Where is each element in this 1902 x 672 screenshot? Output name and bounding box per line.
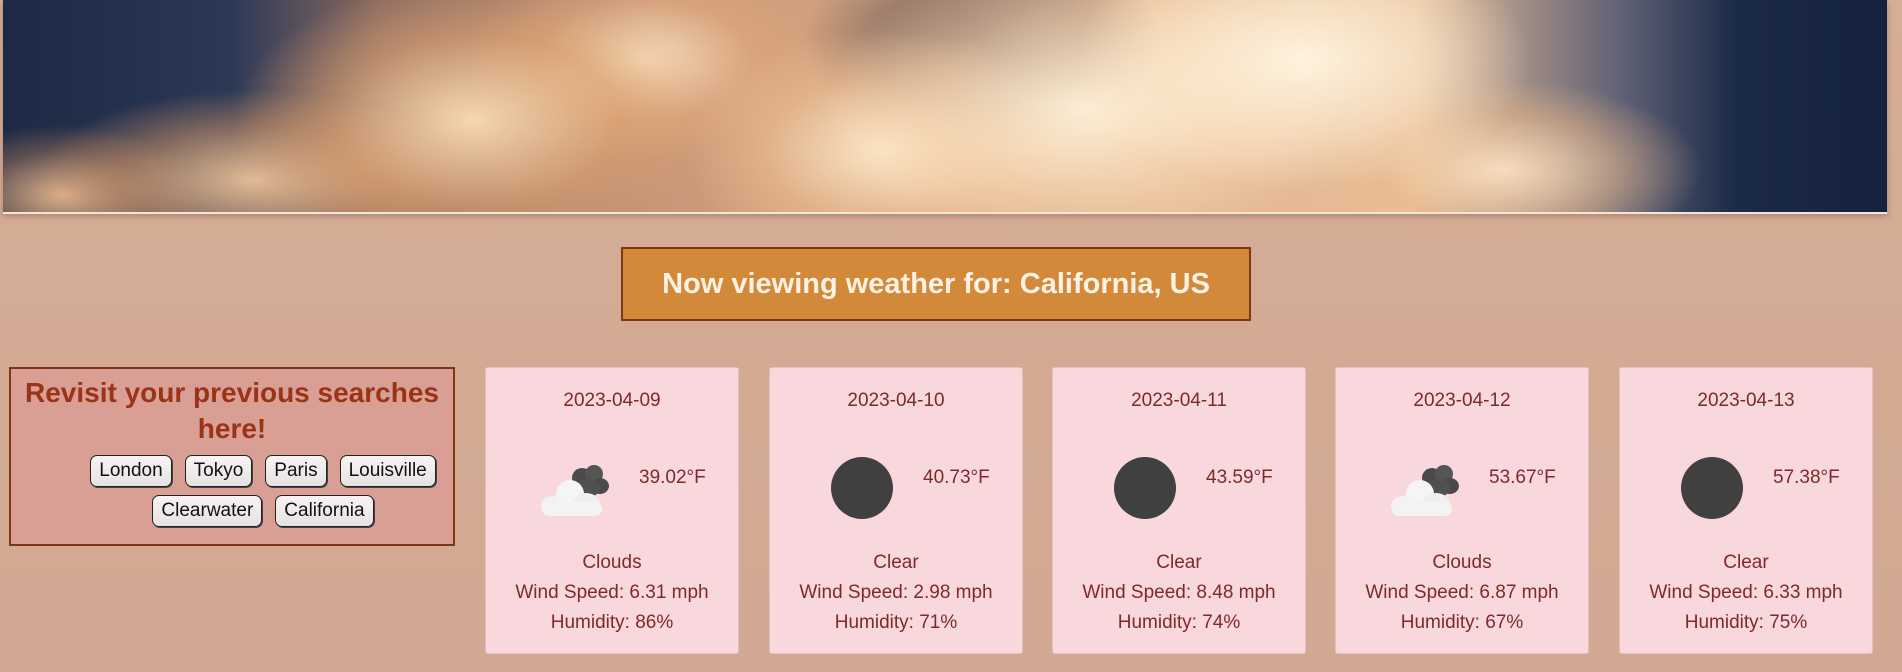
- current-city-title: Now viewing weather for: California, US: [662, 267, 1210, 300]
- forecast-date: 2023-04-13: [1697, 390, 1795, 411]
- forecast-wind-speed: Wind Speed: 6.33 mph: [1649, 582, 1843, 603]
- forecast-humidity: Humidity: 67%: [1400, 612, 1524, 633]
- forecast-wind-speed: Wind Speed: 2.98 mph: [799, 582, 993, 603]
- forecast-description: Clouds: [1432, 552, 1492, 573]
- search-history-panel: Revisit your previous searches here! Lon…: [9, 367, 455, 546]
- forecast-card: 2023-04-13 57.38°F Clear Wind Speed: 6.3…: [1619, 367, 1873, 654]
- history-button-clearwater[interactable]: Clearwater: [152, 495, 263, 527]
- forecast-wind-speed: Wind Speed: 6.31 mph: [515, 582, 709, 603]
- hero-banner-image: [3, 0, 1887, 214]
- history-button-paris[interactable]: Paris: [265, 455, 327, 487]
- forecast-date: 2023-04-12: [1413, 390, 1511, 411]
- history-button-tokyo[interactable]: Tokyo: [184, 455, 253, 487]
- forecast-card: 2023-04-09 39.02°F Clouds Wind Speed: 6.…: [485, 367, 739, 654]
- search-history-heading: Revisit your previous searches here!: [25, 377, 439, 444]
- forecast-temperature: 39.02°F: [639, 467, 706, 488]
- forecast-card: 2023-04-11 43.59°F Clear Wind Speed: 8.4…: [1052, 367, 1306, 654]
- history-button-california[interactable]: California: [275, 495, 374, 527]
- forecast-humidity: Humidity: 71%: [834, 612, 958, 633]
- forecast-humidity: Humidity: 86%: [550, 612, 674, 633]
- forecast-temperature: 40.73°F: [923, 467, 990, 488]
- history-button-louisville[interactable]: Louisville: [339, 455, 436, 487]
- forecast-description: Clear: [1723, 552, 1769, 573]
- forecast-date: 2023-04-11: [1131, 390, 1227, 411]
- clear-icon: [831, 457, 893, 519]
- forecast-description: Clear: [1156, 552, 1202, 573]
- clouds-icon: [541, 465, 609, 516]
- history-button-london[interactable]: London: [90, 455, 172, 487]
- forecast-temperature: 53.67°F: [1489, 467, 1556, 488]
- forecast-temperature: 43.59°F: [1206, 467, 1273, 488]
- forecast-humidity: Humidity: 75%: [1684, 612, 1808, 633]
- forecast-description: Clouds: [582, 552, 642, 573]
- forecast-date: 2023-04-10: [847, 390, 945, 411]
- current-city-banner: Now viewing weather for: California, US: [621, 247, 1251, 321]
- clear-icon: [1114, 457, 1176, 519]
- clear-icon: [1681, 457, 1743, 519]
- forecast-date: 2023-04-09: [563, 390, 661, 411]
- forecast-wind-speed: Wind Speed: 8.48 mph: [1082, 582, 1276, 603]
- forecast-humidity: Humidity: 74%: [1117, 612, 1241, 633]
- forecast-wind-speed: Wind Speed: 6.87 mph: [1365, 582, 1559, 603]
- forecast-card: 2023-04-12 53.67°F Clouds Wind Speed: 6.…: [1335, 367, 1589, 654]
- forecast-temperature: 57.38°F: [1773, 467, 1840, 488]
- forecast-description: Clear: [873, 552, 919, 573]
- search-history-buttons: London Tokyo Paris Louisville Clearwater…: [81, 455, 445, 527]
- forecast-card: 2023-04-10 40.73°F Clear Wind Speed: 2.9…: [769, 367, 1023, 654]
- clouds-icon: [1391, 465, 1459, 516]
